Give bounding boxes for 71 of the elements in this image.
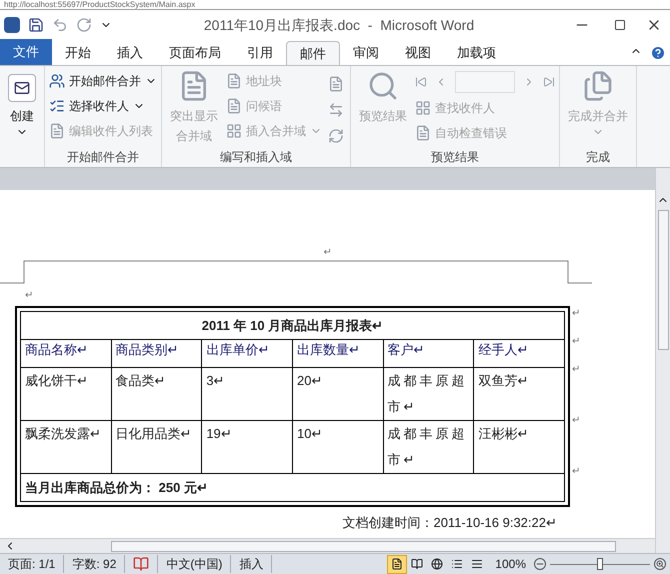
save-icon[interactable]	[28, 17, 44, 33]
file-tab[interactable]: 文件	[0, 39, 52, 65]
envelope-icon	[8, 74, 36, 102]
table-cell: 成都丰原超市↵	[383, 420, 474, 474]
row-end-mark: ↵	[572, 465, 580, 479]
group-label: 开始邮件合并	[67, 149, 139, 166]
table-cell: 威化饼干↵	[20, 368, 112, 420]
zoom-in-icon[interactable]	[654, 558, 666, 570]
column-header: 商品名称↵	[20, 340, 112, 368]
table-cell: 食品类↵	[111, 368, 202, 420]
help-icon[interactable]	[650, 45, 666, 61]
restore-icon[interactable]	[614, 19, 626, 31]
window-title: 2011年10月出库报表.doc - Microsoft Word	[204, 16, 474, 34]
undo-icon[interactable]	[52, 17, 68, 33]
table-cell: 汪彬彬↵	[474, 420, 564, 474]
table-cell: 19↵	[202, 420, 292, 474]
ribbon-small-button[interactable]: 开始邮件合并	[49, 70, 157, 92]
table-cell: 飘柔洗发露↵	[20, 420, 112, 474]
table-cell: 20↵	[292, 368, 384, 420]
zoom-slider[interactable]	[550, 557, 650, 571]
horizontal-scrollbar[interactable]	[0, 538, 655, 553]
row-end-mark: ↵	[572, 414, 580, 428]
zoom-level[interactable]: 100%	[487, 555, 534, 573]
table-cell: 成都丰原超市↵	[383, 368, 474, 420]
view-icon	[411, 558, 424, 570]
column-header: 客户↵	[383, 340, 474, 368]
ribbon-tab[interactable]: 视图	[392, 41, 444, 65]
total-text: 当月出库商品总价为： 250 元↵	[20, 474, 564, 502]
ribbon-tab[interactable]: 开始	[52, 41, 104, 65]
view-button[interactable]	[387, 554, 408, 574]
language-indicator[interactable]: 中文(中国)	[157, 555, 232, 573]
view-icon	[391, 558, 404, 570]
view-icon	[431, 558, 444, 570]
row-end-mark: ↵	[572, 307, 580, 321]
view-icon	[471, 558, 484, 570]
proofing-icon[interactable]	[133, 556, 150, 572]
column-header: 出库数量↵	[292, 340, 384, 368]
group-label: 预览结果	[431, 149, 479, 166]
creation-time-text: 文档创建时间：2011-10-16 9:32:22↵	[342, 514, 557, 532]
table-cell: 10↵	[292, 420, 384, 474]
documents-icon	[582, 70, 614, 102]
group-label: 完成	[586, 149, 610, 166]
vertical-scrollbar[interactable]	[655, 168, 670, 553]
paragraph-mark: ↵	[324, 246, 332, 260]
group-label: 编写和插入域	[220, 149, 292, 166]
word-count[interactable]: 字数: 92	[64, 555, 126, 573]
insert-mode[interactable]: 插入	[231, 555, 272, 573]
column-header: 经手人↵	[474, 340, 564, 368]
table-cell: 日化用品类↵	[111, 420, 202, 474]
paragraph-mark: ↵	[25, 288, 33, 302]
row-end-mark: ↵	[572, 363, 580, 377]
table-cell: 3↵	[202, 368, 292, 420]
ribbon-tab[interactable]: 邮件	[286, 41, 340, 65]
ribbon-big-button[interactable]: 创建	[4, 70, 40, 147]
table-cell: 双鱼芳↵	[474, 368, 564, 420]
column-header: 商品类别↵	[111, 340, 202, 368]
url-text: http://localhost:55697/ProductStockSystem/Main.aspx	[3, 0, 196, 9]
zoom-slider-thumb[interactable]	[597, 558, 603, 570]
magnifier-icon	[367, 70, 399, 102]
ribbon-small-button[interactable]: 选择收件人	[49, 95, 157, 117]
column-header: 出库单价↵	[202, 340, 292, 368]
redo-icon[interactable]	[76, 17, 92, 33]
ribbon-tab[interactable]: 页面布局	[156, 41, 234, 65]
row-end-mark: ↵	[572, 335, 580, 349]
ribbon-tab[interactable]: 插入	[104, 41, 156, 65]
ribbon-tab[interactable]: 引用	[234, 41, 286, 65]
page-count[interactable]: 页面: 1/1	[0, 555, 64, 573]
table-title: 2011 年 10 月商品出库月报表↵	[20, 312, 564, 340]
zoom-out-icon[interactable]	[534, 558, 546, 570]
ribbon-tab[interactable]: 加载项	[444, 41, 509, 65]
ribbon-tab[interactable]: 审阅	[340, 41, 392, 65]
